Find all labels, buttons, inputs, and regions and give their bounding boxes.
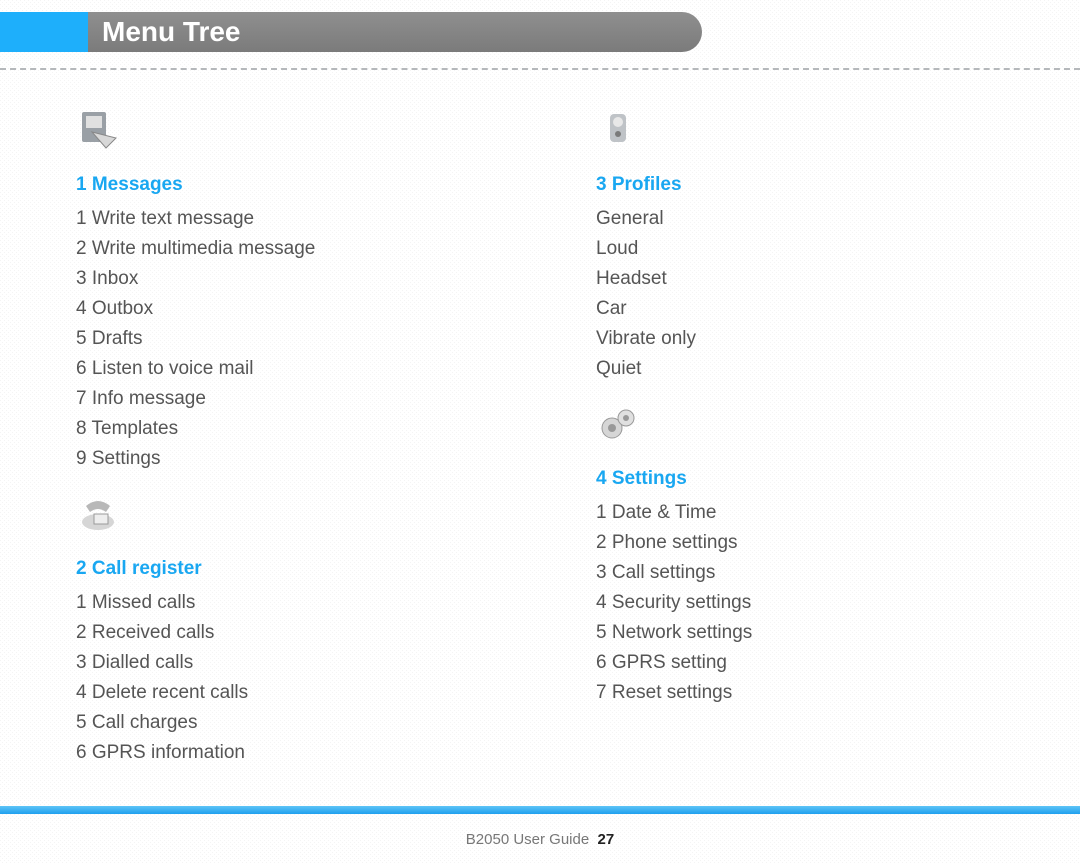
list-item: 6 Listen to voice mail — [76, 354, 496, 384]
section-title: Call register — [92, 558, 202, 579]
footer-guide: B2050 User Guide — [466, 831, 589, 848]
list-item: Quiet — [596, 354, 1016, 384]
column-left: 1 Messages 1 Write text message 2 Write … — [76, 108, 496, 786]
section-messages: 1 Messages 1 Write text message 2 Write … — [76, 108, 496, 474]
section-call-register: 2 Call register 1 Missed calls 2 Receive… — [76, 492, 496, 768]
list-item: 5 Drafts — [76, 324, 496, 354]
section-heading: 1 Messages — [76, 174, 496, 196]
list-item: General — [596, 204, 1016, 234]
list-item: 1 Write text message — [76, 204, 496, 234]
section-title: Profiles — [612, 174, 682, 195]
list-item: Vibrate only — [596, 324, 1016, 354]
section-heading: 3 Profiles — [596, 174, 1016, 196]
section-title: Settings — [612, 468, 687, 489]
section-profiles: 3 Profiles General Loud Headset Car Vibr… — [596, 108, 1016, 384]
list-item: 7 Info message — [76, 384, 496, 414]
call-register-icon — [76, 492, 120, 536]
list-item: Headset — [596, 264, 1016, 294]
list-item: 1 Date & Time — [596, 498, 1016, 528]
bottom-accent-bar — [0, 806, 1080, 814]
footer-page-number: 27 — [598, 831, 615, 848]
column-right: 3 Profiles General Loud Headset Car Vibr… — [596, 108, 1016, 786]
list-item: 6 GPRS information — [76, 738, 496, 768]
list-item: 5 Call charges — [76, 708, 496, 738]
list-item: 4 Delete recent calls — [76, 678, 496, 708]
section-num: 4 — [596, 468, 607, 489]
list-item: 9 Settings — [76, 444, 496, 474]
page-title: Menu Tree — [88, 12, 702, 52]
section-title: Messages — [92, 174, 183, 195]
section-settings: 4 Settings 1 Date & Time 2 Phone setting… — [596, 402, 1016, 708]
list-item: 7 Reset settings — [596, 678, 1016, 708]
list-item: 6 GPRS setting — [596, 648, 1016, 678]
list-item: Loud — [596, 234, 1016, 264]
messages-icon — [76, 108, 120, 152]
page: Menu Tree 1 Messages 1 Write text messag… — [0, 0, 1080, 864]
divider-dashed — [0, 68, 1080, 70]
footer: B2050 User Guide 27 — [0, 831, 1080, 848]
list-item: 1 Missed calls — [76, 588, 496, 618]
section-heading: 2 Call register — [76, 558, 496, 580]
list-item: 2 Write multimedia message — [76, 234, 496, 264]
settings-icon — [596, 402, 640, 446]
profiles-icon — [596, 108, 640, 152]
section-num: 3 — [596, 174, 607, 195]
list-item: 3 Inbox — [76, 264, 496, 294]
title-bar: Menu Tree — [0, 12, 702, 52]
content-columns: 1 Messages 1 Write text message 2 Write … — [76, 108, 1016, 786]
list-item: Car — [596, 294, 1016, 324]
list-item: 2 Phone settings — [596, 528, 1016, 558]
list-item: 8 Templates — [76, 414, 496, 444]
list-item: 3 Dialled calls — [76, 648, 496, 678]
section-heading: 4 Settings — [596, 468, 1016, 490]
title-accent-block — [0, 12, 88, 52]
section-num: 1 — [76, 174, 87, 195]
list-item: 3 Call settings — [596, 558, 1016, 588]
list-item: 2 Received calls — [76, 618, 496, 648]
list-item: 5 Network settings — [596, 618, 1016, 648]
list-item: 4 Outbox — [76, 294, 496, 324]
section-num: 2 — [76, 558, 87, 579]
list-item: 4 Security settings — [596, 588, 1016, 618]
